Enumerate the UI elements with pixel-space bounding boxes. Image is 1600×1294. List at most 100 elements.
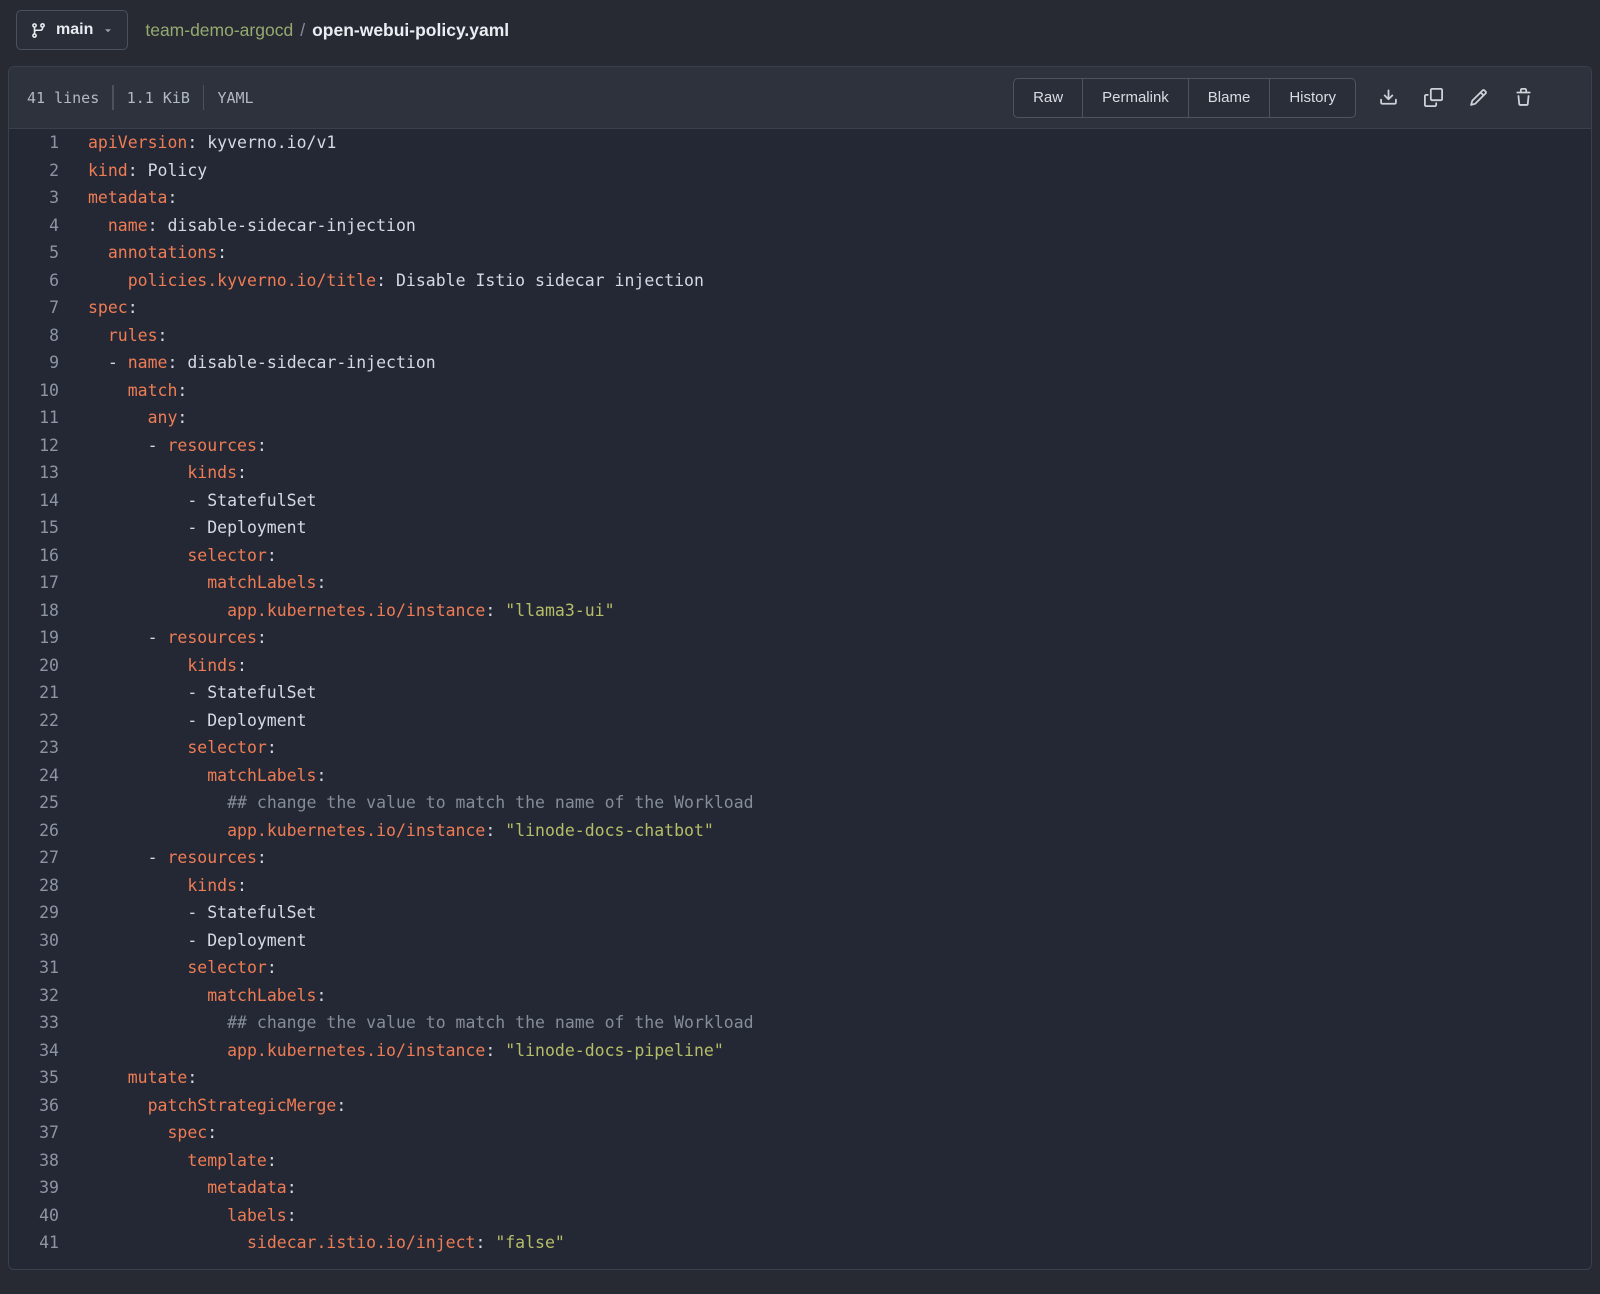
history-button[interactable]: History (1269, 79, 1355, 117)
raw-button[interactable]: Raw (1014, 79, 1082, 117)
code-line: 21 - StatefulSet (9, 679, 1591, 707)
line-number[interactable]: 15 (9, 514, 59, 542)
line-number[interactable]: 9 (9, 349, 59, 377)
line-number[interactable]: 41 (9, 1229, 59, 1257)
divider (203, 85, 205, 110)
line-number[interactable]: 30 (9, 927, 59, 955)
code-line-content: ## change the value to match the name of… (59, 1009, 754, 1037)
code-line: 10 match: (9, 377, 1591, 405)
code-line-content: - StatefulSet (59, 487, 316, 515)
line-number[interactable]: 23 (9, 734, 59, 762)
copy-icon[interactable] (1423, 88, 1443, 108)
breadcrumb-repo-link[interactable]: team-demo-argocd (145, 20, 293, 41)
line-number[interactable]: 34 (9, 1037, 59, 1065)
line-number[interactable]: 3 (9, 184, 59, 212)
line-number[interactable]: 4 (9, 212, 59, 240)
file-header: 41 lines 1.1 KiB YAML Raw Permalink Blam… (9, 67, 1591, 129)
line-number[interactable]: 8 (9, 322, 59, 350)
code-line-content: sidecar.istio.io/inject: "false" (59, 1229, 565, 1257)
code-line: 27 - resources: (9, 844, 1591, 872)
line-number[interactable]: 35 (9, 1064, 59, 1092)
line-number[interactable]: 25 (9, 789, 59, 817)
code-lines: 1apiVersion: kyverno.io/v12kind: Policy3… (9, 129, 1591, 1269)
code-line-content: template: (59, 1147, 277, 1175)
line-number[interactable]: 38 (9, 1147, 59, 1175)
code-line: 39 metadata: (9, 1174, 1591, 1202)
line-number[interactable]: 24 (9, 762, 59, 790)
line-number[interactable]: 18 (9, 597, 59, 625)
line-number[interactable]: 28 (9, 872, 59, 900)
code-line: 8 rules: (9, 322, 1591, 350)
code-line: 11 any: (9, 404, 1591, 432)
line-number[interactable]: 5 (9, 239, 59, 267)
code-line-content: any: (59, 404, 187, 432)
line-number[interactable]: 33 (9, 1009, 59, 1037)
line-number[interactable]: 14 (9, 487, 59, 515)
line-number[interactable]: 7 (9, 294, 59, 322)
line-number[interactable]: 16 (9, 542, 59, 570)
code-line: 34 app.kubernetes.io/instance: "linode-d… (9, 1037, 1591, 1065)
line-number[interactable]: 1 (9, 129, 59, 157)
code-line-content: - name: disable-sidecar-injection (59, 349, 436, 377)
breadcrumb-separator: / (300, 20, 305, 41)
branch-selector[interactable]: main (16, 10, 128, 50)
line-number[interactable]: 26 (9, 817, 59, 845)
line-number[interactable]: 10 (9, 377, 59, 405)
line-number[interactable]: 27 (9, 844, 59, 872)
line-number[interactable]: 6 (9, 267, 59, 295)
line-number[interactable]: 39 (9, 1174, 59, 1202)
code-line-content: - Deployment (59, 707, 307, 735)
code-line: 22 - Deployment (9, 707, 1591, 735)
line-number[interactable]: 32 (9, 982, 59, 1010)
line-number[interactable]: 40 (9, 1202, 59, 1230)
code-line-content: spec: (59, 294, 138, 322)
code-line-content: labels: (59, 1202, 297, 1230)
breadcrumb: team-demo-argocd / open-webui-policy.yam… (145, 20, 509, 41)
line-number[interactable]: 20 (9, 652, 59, 680)
file-actions: Raw Permalink Blame History (1013, 78, 1533, 118)
code-line: 26 app.kubernetes.io/instance: "linode-d… (9, 817, 1591, 845)
line-number[interactable]: 13 (9, 459, 59, 487)
code-line: 24 matchLabels: (9, 762, 1591, 790)
code-line: 19 - resources: (9, 624, 1591, 652)
code-line: 32 matchLabels: (9, 982, 1591, 1010)
divider (112, 85, 114, 110)
line-number[interactable]: 36 (9, 1092, 59, 1120)
code-line: 30 - Deployment (9, 927, 1591, 955)
line-number[interactable]: 2 (9, 157, 59, 185)
code-line: 2kind: Policy (9, 157, 1591, 185)
code-line: 6 policies.kyverno.io/title: Disable Ist… (9, 267, 1591, 295)
line-number[interactable]: 19 (9, 624, 59, 652)
code-line-content: - resources: (59, 624, 267, 652)
breadcrumb-file-name: open-webui-policy.yaml (312, 20, 509, 41)
code-line-content: matchLabels: (59, 982, 326, 1010)
code-line: 25 ## change the value to match the name… (9, 789, 1591, 817)
line-number[interactable]: 31 (9, 954, 59, 982)
blame-button[interactable]: Blame (1188, 79, 1270, 117)
code-line: 13 kinds: (9, 459, 1591, 487)
file-view-panel: 41 lines 1.1 KiB YAML Raw Permalink Blam… (8, 66, 1592, 1270)
branch-name: main (56, 21, 93, 39)
permalink-button[interactable]: Permalink (1082, 79, 1188, 117)
code-line-content: - resources: (59, 432, 267, 460)
code-line-content: - StatefulSet (59, 679, 316, 707)
delete-icon[interactable] (1513, 88, 1533, 108)
code-line-content: kinds: (59, 459, 247, 487)
code-line: 41 sidecar.istio.io/inject: "false" (9, 1229, 1591, 1257)
code-line-content: rules: (59, 322, 167, 350)
line-number[interactable]: 21 (9, 679, 59, 707)
code-line: 20 kinds: (9, 652, 1591, 680)
code-line-content: annotations: (59, 239, 227, 267)
line-number[interactable]: 12 (9, 432, 59, 460)
file-line-count: 41 lines (27, 89, 99, 107)
code-line-content: metadata: (59, 184, 177, 212)
line-number[interactable]: 37 (9, 1119, 59, 1147)
line-number[interactable]: 17 (9, 569, 59, 597)
code-line-content: - resources: (59, 844, 267, 872)
line-number[interactable]: 22 (9, 707, 59, 735)
download-icon[interactable] (1378, 88, 1398, 108)
line-number[interactable]: 11 (9, 404, 59, 432)
code-line-content: ## change the value to match the name of… (59, 789, 754, 817)
line-number[interactable]: 29 (9, 899, 59, 927)
edit-icon[interactable] (1468, 88, 1488, 108)
